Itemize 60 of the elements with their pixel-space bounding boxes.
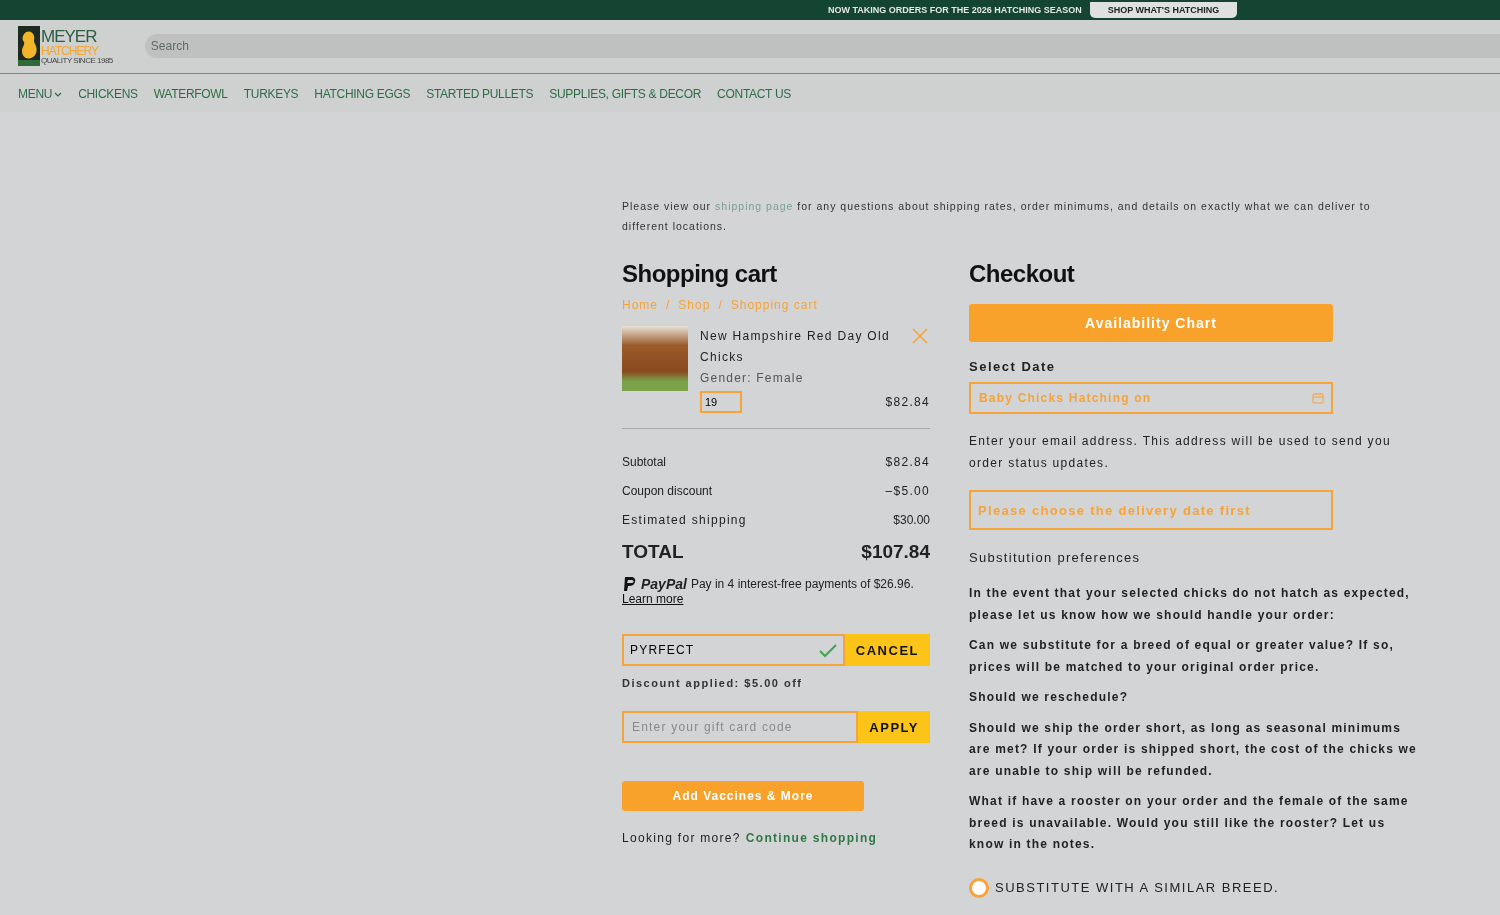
radio-button[interactable] <box>969 877 989 898</box>
search-field[interactable]: Search <box>144 34 1500 58</box>
nav-link[interactable]: TURKEYS <box>243 87 299 101</box>
email-note: Enter your email address. This address will be used to send you order status updates. <box>969 433 1392 472</box>
continue-shopping-link[interactable]: Continue shopping <box>745 831 878 845</box>
summary-value: $82.84 <box>885 454 930 469</box>
nav-link[interactable]: CONTACT US <box>717 87 791 101</box>
logo-text: HATCHERY <box>41 44 100 57</box>
learn-more-link[interactable]: Learn more <box>622 592 684 606</box>
logo-text: MEYER <box>41 27 98 45</box>
banner-text: NOW TAKING ORDERS FOR THE 2026 HATCHING SEASON <box>828 5 1082 15</box>
product-option: Gender: Female <box>700 371 930 385</box>
apply-button[interactable]: APPLY <box>858 711 930 743</box>
nav-link[interactable]: SUPPLIES, GIFTS & DECOR <box>549 87 702 101</box>
looking-text: Looking for more? <box>622 831 741 845</box>
breadcrumb-separator: / <box>718 298 723 312</box>
discount-message: Discount applied: $5.00 off <box>622 677 804 689</box>
notice-text: Please view our shipping page for any questions about shipping rates, order minimums, and details on exactly what we can deliver to different locations. <box>622 199 1372 234</box>
logo-icon <box>18 26 40 66</box>
paypal-logo-icon <box>622 576 637 592</box>
total-value: $107.84 <box>861 541 930 563</box>
section-subtitle: Substitution preferences <box>969 550 1142 565</box>
shop-button[interactable]: SHOP WHAT'S HATCHING <box>1089 2 1238 18</box>
date-field[interactable]: Baby Chicks Hatching on <box>969 382 1333 414</box>
quantity-field[interactable]: 19 <box>700 391 742 413</box>
remove-button[interactable] <box>910 326 930 346</box>
cancel-button[interactable]: CANCEL <box>844 634 930 666</box>
summary-label: Estimated shipping <box>622 512 747 527</box>
paypal-brand: PayPal <box>641 576 687 592</box>
paragraph: Should we ship the order short, as long as seasonal minimums are met? If your order is shipped short, the cost of the chicks we are unable to ship will be refunded. <box>969 719 1418 780</box>
item-price: $82.84 <box>885 395 930 409</box>
option-label: SUBSTITUTE WITH A SIMILAR BREED. <box>995 880 1280 895</box>
summary-label: Coupon discount <box>622 483 713 498</box>
nav-link[interactable]: CHICKENS <box>78 87 138 101</box>
total-label: TOTAL <box>622 541 684 563</box>
product-name: New Hampshire Red Day Old Chicks <box>700 328 890 366</box>
summary-value: –$5.00 <box>885 483 930 498</box>
logo-tagline: QUALITY SINCE 1985 <box>41 56 113 65</box>
summary-value: $30.00 <box>893 512 930 527</box>
breadcrumb-separator: / <box>666 298 671 312</box>
nav-link[interactable]: HATCHING EGGS <box>314 87 411 101</box>
photo-placeholder <box>622 326 688 391</box>
paragraph: Should we reschedule? <box>969 689 1130 706</box>
section-title: Shopping cart <box>622 260 778 288</box>
paragraph: What if have a rooster on your order and the female of the same breed is unavailable. Would you still like the rooster? Let us know in the notes. <box>969 793 1410 853</box>
email-field[interactable]: Please choose the delivery date first <box>969 490 1333 530</box>
paypal-message: Pay in 4 interest-free payments of $26.96. <box>690 577 914 591</box>
section-title: Checkout <box>969 260 1076 288</box>
gift-card-field[interactable]: Enter your gift card code <box>622 711 859 743</box>
nav-link[interactable]: MENU <box>18 87 63 101</box>
summary-label: Subtotal <box>622 454 667 469</box>
paragraph: Can we substitute for a breed of equal or greater value? If so, prices will be matched to your original order price. <box>969 637 1395 676</box>
coupon-field[interactable]: PYRFECT <box>622 634 845 666</box>
calendar-icon <box>1312 392 1324 404</box>
caret-icon <box>54 90 63 98</box>
nav-link[interactable]: STARTED PULLETS <box>426 87 534 101</box>
paragraph: In the event that your selected chicks do not hatch as expected, please let us know how we should handle your order: <box>969 585 1411 624</box>
field-label: Select Date <box>969 359 1057 374</box>
nav-link[interactable]: WATERFOWL <box>153 87 228 101</box>
close-icon <box>911 327 929 345</box>
